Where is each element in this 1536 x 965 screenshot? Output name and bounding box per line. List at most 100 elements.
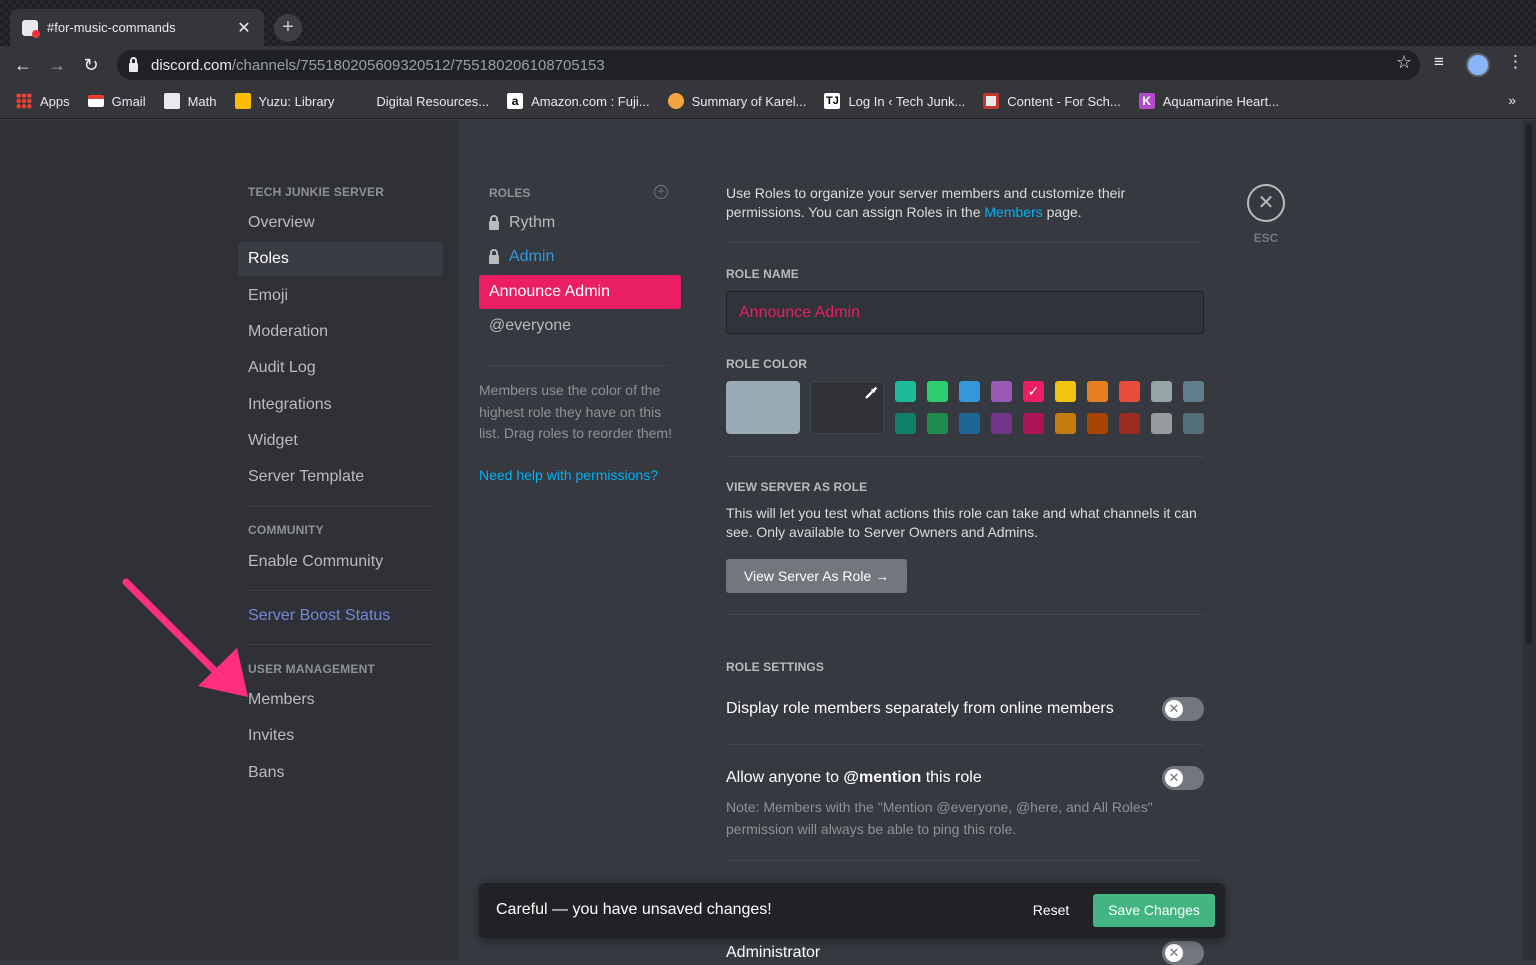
section-divider xyxy=(726,242,1204,243)
lock-icon xyxy=(129,56,138,72)
sidebar-item-members[interactable]: Members xyxy=(238,683,443,717)
permissions-help-link[interactable]: Need help with permissions? xyxy=(479,467,658,483)
reload-icon[interactable]: ↻ xyxy=(77,51,105,79)
color-swatch[interactable] xyxy=(1151,413,1172,434)
role-name-label: ROLE NAME xyxy=(726,267,799,281)
sidebar-item-server-boost-status[interactable]: Server Boost Status xyxy=(238,599,443,633)
bookmark-amazon[interactable]: a Amazon.com : Fuji... xyxy=(507,93,650,109)
close-settings-icon[interactable]: ✕ xyxy=(1247,184,1285,222)
color-swatch[interactable] xyxy=(927,381,948,402)
toggle-off-x-icon: ✕ xyxy=(1165,769,1183,787)
bookmark-aquamarine[interactable]: K Aquamarine Heart... xyxy=(1138,93,1279,109)
color-swatch[interactable] xyxy=(991,381,1012,402)
allow-mention-toggle[interactable]: ✕ xyxy=(1162,766,1204,790)
close-tab-icon[interactable]: ✕ xyxy=(236,18,252,38)
bookmark-content[interactable]: Content - For Sch... xyxy=(983,93,1121,109)
bookmark-gmail[interactable]: Gmail xyxy=(87,94,146,109)
bookmark-digital-resources[interactable]: Digital Resources... xyxy=(376,94,489,109)
math-icon xyxy=(163,93,180,109)
bookmark-star-icon[interactable]: ☆ xyxy=(1396,52,1412,73)
roles-divider xyxy=(489,365,669,366)
bookmark-summary[interactable]: Summary of Karel... xyxy=(667,93,806,109)
back-icon[interactable]: ← xyxy=(9,51,37,79)
toggle-off-x-icon: ✕ xyxy=(1165,944,1183,962)
content-scrollbar-thumb[interactable] xyxy=(1526,124,1532,644)
administrator-setting: Administrator xyxy=(726,944,821,961)
role-item-announce-admin[interactable]: Announce Admin xyxy=(479,275,681,309)
color-swatch[interactable] xyxy=(959,381,980,402)
bookmark-tech-junkie[interactable]: TJ Log In ‹ Tech Junk... xyxy=(824,93,965,109)
sidebar-item-emoji[interactable]: Emoji xyxy=(238,279,443,313)
sidebar-item-overview[interactable]: Overview xyxy=(238,206,443,240)
custom-color-picker[interactable] xyxy=(810,381,884,434)
view-server-as-role-button[interactable]: View Server As Role → xyxy=(726,559,907,593)
add-role-plus-icon[interactable]: + xyxy=(654,185,668,199)
toggle-off-x-icon: ✕ xyxy=(1165,700,1183,718)
color-swatch[interactable] xyxy=(1151,381,1172,402)
bookmarks-bar: Apps Gmail Math Yuzu: Library Digital Re… xyxy=(0,84,1536,119)
default-color-swatch[interactable] xyxy=(726,381,800,434)
unsaved-changes-bar: Careful — you have unsaved changes! Rese… xyxy=(479,883,1225,938)
media-control-icon[interactable]: ≡ xyxy=(1434,52,1444,72)
browser-tabstrip: #for-music-commands ✕ + xyxy=(0,0,1536,46)
sidebar-item-audit-log[interactable]: Audit Log xyxy=(238,351,443,385)
sidebar-item-enable-community[interactable]: Enable Community xyxy=(238,545,443,579)
forward-icon[interactable]: → xyxy=(43,51,71,79)
color-swatch[interactable] xyxy=(1183,381,1204,402)
menu-kebab-icon[interactable]: ⋮ xyxy=(1507,52,1524,72)
role-item-rythm[interactable]: Rythm xyxy=(479,206,681,240)
sidebar-item-moderation[interactable]: Moderation xyxy=(238,315,443,349)
bookmarks-overflow-icon[interactable]: » xyxy=(1508,92,1516,108)
color-swatch[interactable] xyxy=(959,413,980,434)
role-item-everyone[interactable]: @everyone xyxy=(479,309,681,343)
color-swatch[interactable] xyxy=(895,381,916,402)
color-swatch[interactable] xyxy=(1055,413,1076,434)
browser-tab[interactable]: #for-music-commands ✕ xyxy=(10,9,264,46)
allow-mention-note: Note: Members with the "Mention @everyon… xyxy=(726,799,1153,837)
color-swatch[interactable] xyxy=(991,413,1012,434)
content-icon xyxy=(983,93,1000,109)
sidebar-item-invites[interactable]: Invites xyxy=(238,719,443,753)
tech-junkie-icon: TJ xyxy=(824,93,841,109)
bookmark-apps[interactable]: Apps xyxy=(16,93,70,109)
new-tab-icon[interactable]: + xyxy=(274,14,302,42)
view-as-role-label: VIEW SERVER AS ROLE xyxy=(726,480,868,494)
sidebar-item-widget[interactable]: Widget xyxy=(238,424,443,458)
bookmark-yuzu[interactable]: Yuzu: Library xyxy=(234,93,334,109)
role-item-admin[interactable]: Admin xyxy=(479,240,681,274)
administrator-toggle[interactable]: ✕ xyxy=(1162,941,1204,965)
color-swatch[interactable] xyxy=(1119,413,1140,434)
user-management-heading: USER MANAGEMENT xyxy=(248,662,376,676)
role-name-input[interactable]: Announce Admin xyxy=(726,291,1204,334)
apps-grid-icon xyxy=(16,93,32,109)
color-swatch[interactable] xyxy=(1023,413,1044,434)
reset-button[interactable]: Reset xyxy=(1025,894,1077,927)
section-divider xyxy=(726,860,1204,861)
save-changes-button[interactable]: Save Changes xyxy=(1093,894,1215,927)
color-swatch[interactable] xyxy=(1087,381,1108,402)
color-swatch[interactable] xyxy=(1023,381,1044,402)
color-swatch[interactable] xyxy=(895,413,916,434)
address-bar[interactable]: discord.com/channels/755180205609320512/… xyxy=(117,50,1420,80)
roles-heading: ROLES xyxy=(489,186,531,200)
color-swatch[interactable] xyxy=(1183,413,1204,434)
bookmark-math[interactable]: Math xyxy=(163,93,217,109)
color-swatch[interactable] xyxy=(1087,413,1108,434)
sidebar-item-integrations[interactable]: Integrations xyxy=(238,388,443,422)
color-swatch[interactable] xyxy=(1119,381,1140,402)
sidebar-item-bans[interactable]: Bans xyxy=(238,756,443,790)
sidebar-item-roles[interactable]: Roles xyxy=(238,242,443,276)
sidebar-divider xyxy=(248,590,433,591)
lock-icon xyxy=(489,214,499,230)
color-swatch[interactable] xyxy=(1055,381,1076,402)
sidebar-divider xyxy=(248,506,433,507)
roles-intro-text: Use Roles to organize your server member… xyxy=(726,185,1126,220)
members-link[interactable]: Members xyxy=(984,204,1042,220)
profile-avatar[interactable] xyxy=(1466,53,1490,77)
allow-mention-setting: Allow anyone to @mention this role xyxy=(726,769,982,786)
pointer-arrow-annotation xyxy=(122,578,248,697)
gmail-icon xyxy=(87,95,104,107)
display-separately-toggle[interactable]: ✕ xyxy=(1162,697,1204,721)
sidebar-item-server-template[interactable]: Server Template xyxy=(238,460,443,494)
color-swatch[interactable] xyxy=(927,413,948,434)
